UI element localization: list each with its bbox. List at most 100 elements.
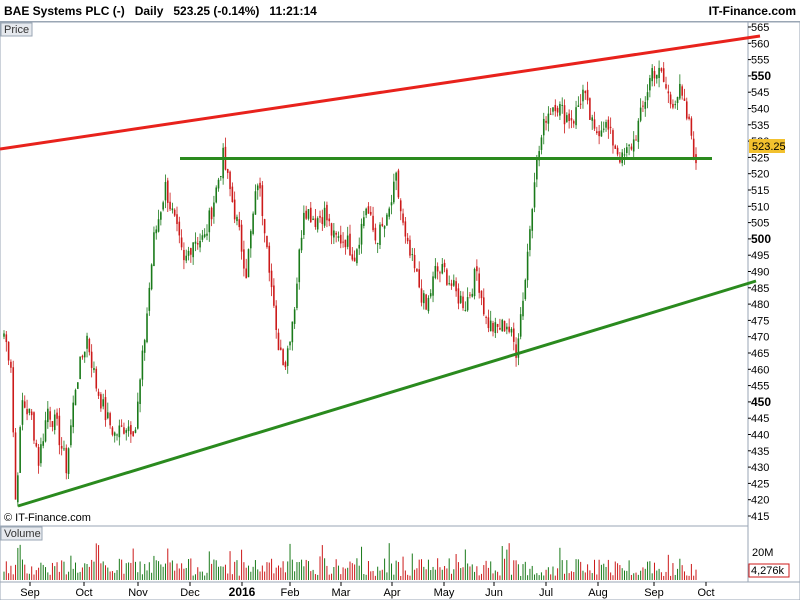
copyright: © IT-Finance.com — [4, 512, 91, 524]
volume-bar — [215, 560, 217, 580]
volume-bar — [5, 561, 7, 580]
volume-bar — [49, 574, 51, 580]
price-pane-label-box: Price — [0, 22, 33, 37]
volume-bar — [294, 571, 296, 580]
candle — [95, 366, 98, 392]
volume-bar — [109, 571, 111, 580]
volume-bar — [476, 566, 478, 580]
volume-bar — [695, 569, 697, 580]
last-volume-value: 4,276k — [751, 565, 785, 577]
volume-bar — [194, 574, 196, 580]
volume-bar — [287, 561, 289, 580]
x-tick-5: Feb — [281, 587, 300, 599]
volume-bar — [15, 564, 17, 580]
volume-bar — [418, 559, 420, 580]
candle — [215, 185, 218, 204]
volume-bar — [199, 571, 201, 580]
volume-bar — [434, 569, 436, 580]
volume-bar — [224, 564, 226, 580]
volume-bar — [337, 565, 339, 580]
volume-bar — [227, 573, 229, 580]
volume-bar — [633, 573, 635, 580]
volume-bar — [271, 558, 273, 580]
volume-bar — [545, 569, 547, 580]
volume-bar — [513, 560, 515, 580]
candle — [19, 425, 21, 473]
volume-bar — [536, 573, 538, 580]
volume-bar — [342, 567, 344, 580]
volume-bar — [98, 545, 100, 580]
volume-bar — [584, 572, 586, 580]
volume-bar — [289, 543, 291, 580]
volume-bar — [231, 574, 233, 580]
volume-bar — [515, 560, 517, 580]
volume-bar — [524, 561, 526, 580]
volume-bar — [33, 574, 35, 580]
candle — [589, 97, 591, 120]
volume-bar — [384, 558, 386, 580]
volume-bar — [252, 566, 254, 580]
volume-bar — [534, 574, 536, 580]
volume-bar — [328, 574, 330, 580]
volume-bar — [402, 556, 404, 580]
y-tick-510: 510 — [751, 201, 769, 213]
volume-bar — [409, 575, 411, 580]
volume-bar — [531, 565, 533, 580]
volume-bar — [388, 543, 390, 580]
volume-bar — [167, 548, 169, 580]
candle — [12, 360, 15, 438]
volume-bar — [95, 543, 97, 580]
volume-bar — [501, 546, 503, 580]
volume-bar — [377, 566, 379, 580]
volume-bar — [554, 575, 556, 580]
volume-bar — [617, 563, 619, 580]
volume-bar — [386, 572, 388, 580]
volume-bar — [86, 564, 88, 580]
candle — [74, 388, 77, 406]
volume-bar — [84, 563, 86, 580]
x-tick-6: Mar — [332, 587, 351, 599]
x-tick-12: Sep — [644, 587, 664, 599]
y-tick-455: 455 — [751, 381, 769, 393]
volume-bar — [259, 571, 261, 580]
y-tick-450: 450 — [751, 395, 771, 409]
volume-bar — [3, 571, 5, 580]
volume-bar — [134, 561, 136, 580]
volume-bar — [365, 574, 367, 580]
volume-bar — [520, 575, 522, 580]
volume-bar — [393, 574, 395, 580]
volume-bar — [432, 566, 434, 580]
candle — [501, 318, 504, 332]
volume-bar — [471, 564, 473, 580]
volume-bar — [24, 564, 26, 580]
candle — [17, 472, 19, 507]
volume-bar — [349, 561, 351, 580]
volume-bar — [448, 558, 450, 580]
volume-bar — [174, 570, 176, 580]
volume-bar — [192, 575, 194, 580]
x-tick-2: Nov — [128, 587, 148, 599]
volume-bar — [681, 565, 683, 580]
y-tick-440: 440 — [751, 430, 769, 442]
last-price-value: 523.25 — [752, 141, 786, 153]
candle — [503, 320, 506, 332]
volume-bar — [552, 566, 554, 580]
volume-bar — [146, 570, 148, 580]
volume-bar — [467, 563, 469, 580]
volume-bar — [208, 551, 210, 580]
volume-bar — [234, 561, 236, 580]
price-chart[interactable]: 415 420 425 430 435 440 445 450 455 460 465 470 475 4… — [0, 0, 800, 600]
volume-bar — [137, 572, 139, 580]
volume-bar — [568, 573, 570, 580]
volume-bar — [667, 554, 669, 580]
volume-bar — [158, 561, 160, 580]
volume-bar — [575, 559, 577, 580]
volume-bar — [61, 560, 63, 580]
x-tick-1: Oct — [75, 587, 92, 599]
volume-bar — [305, 559, 307, 580]
volume-bar — [162, 566, 164, 580]
volume-pane-label: Volume — [4, 528, 41, 540]
volume-bar — [635, 572, 637, 580]
volume-bar — [543, 575, 545, 580]
volume-bar — [301, 559, 303, 580]
